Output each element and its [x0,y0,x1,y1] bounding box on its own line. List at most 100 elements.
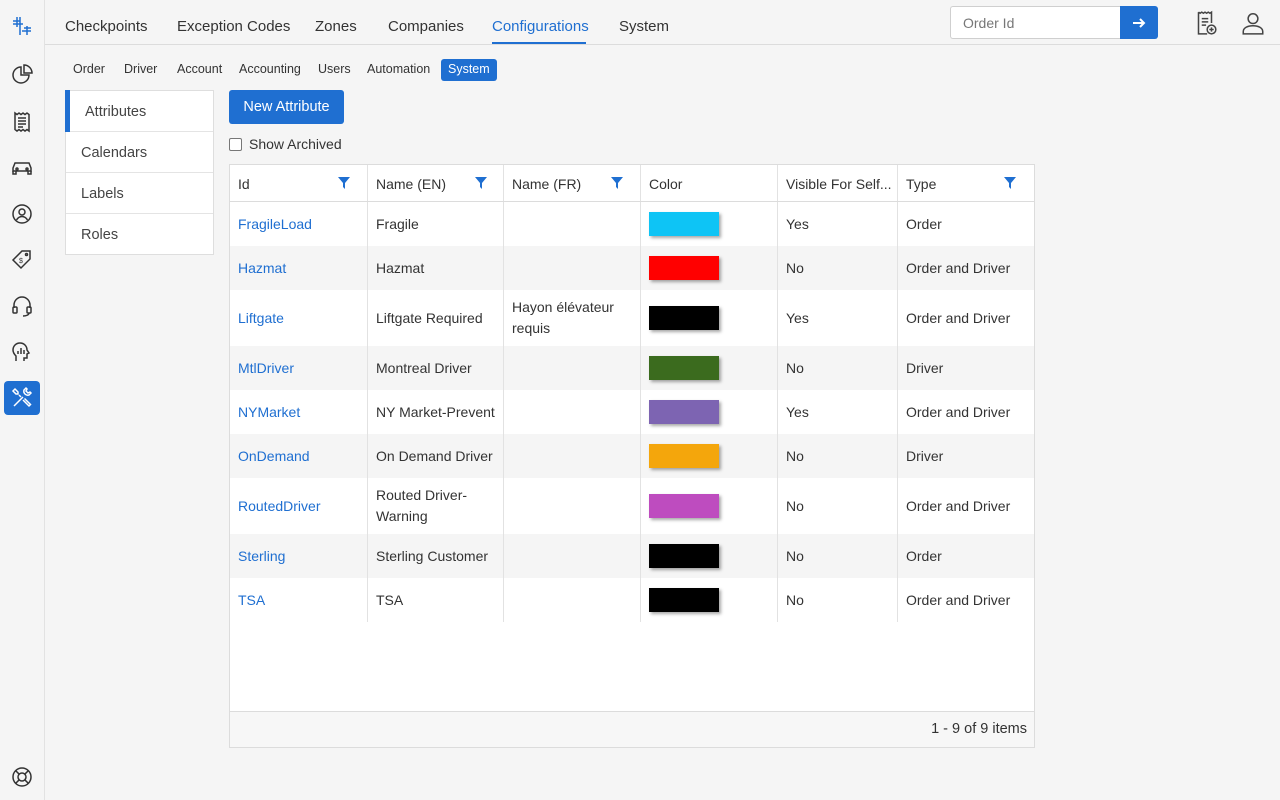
filter-icon[interactable] [611,177,623,189]
cell-id: FragileLoad [230,202,368,246]
attribute-id-link[interactable]: Sterling [238,546,285,567]
attribute-id-link[interactable]: OnDemand [238,446,310,467]
cell-visible: No [778,534,898,578]
subnav-order[interactable]: Order [66,59,112,81]
attribute-id-link[interactable]: FragileLoad [238,214,312,235]
rail-analytics[interactable] [4,335,40,369]
lifebuoy-icon [12,767,32,787]
arrow-right-icon [1133,17,1146,28]
new-order-icon[interactable] [1192,10,1218,36]
sidemenu-roles[interactable]: Roles [66,214,213,255]
table-row[interactable]: RoutedDriver Routed Driver-Warning No Order… [230,478,1034,534]
table-row[interactable]: OnDemand On Demand Driver No Driver [230,434,1034,478]
cell-id: NYMarket [230,390,368,434]
attributes-grid: Id Name (EN) Name (FR) Color Visible For… [229,164,1035,748]
cell-type: Driver [898,346,1034,390]
filter-icon[interactable] [475,177,487,189]
attribute-id-link[interactable]: TSA [238,590,265,611]
table-row[interactable]: Sterling Sterling Customer No Order [230,534,1034,578]
sidemenu-attributes[interactable]: Attributes [65,90,213,132]
tools-icon [11,386,33,408]
attribute-id-link[interactable]: NYMarket [238,402,300,423]
table-row[interactable]: Hazmat Hazmat No Order and Driver [230,246,1034,290]
cell-name-fr [504,202,641,246]
cell-name-en: Sterling Customer [368,534,504,578]
order-id-search-input[interactable] [950,6,1120,39]
topnav-exception-codes[interactable]: Exception Codes [177,18,290,35]
cell-text: Order [906,547,942,564]
sidemenu-labels[interactable]: Labels [66,173,213,214]
cell-id: Hazmat [230,246,368,290]
subnav-driver[interactable]: Driver [117,59,164,81]
column-header-name-fr[interactable]: Name (FR) [504,165,641,201]
rail-orders[interactable] [4,105,40,139]
cell-name-fr [504,246,641,290]
filter-icon[interactable] [338,177,350,189]
cell-color [641,390,778,434]
topnav-system[interactable]: System [619,18,669,35]
topnav-checkpoints[interactable]: Checkpoints [65,18,148,35]
cell-text: Yes [786,215,809,232]
cell-text: Yes [786,403,809,420]
attribute-id-link[interactable]: RoutedDriver [238,496,320,517]
rail-pricing[interactable]: $ [4,243,40,277]
top-nav: Checkpoints Exception Codes Zones Compan… [45,0,1280,45]
rail-support[interactable] [4,289,40,323]
cell-text: Montreal Driver [376,359,472,376]
rail-configurations[interactable] [4,381,40,415]
topnav-configurations[interactable]: Configurations [492,18,589,35]
table-row[interactable]: NYMarket NY Market-Prevent Yes Order and Dr… [230,390,1034,434]
subnav-system[interactable]: System [441,59,497,81]
column-header-color[interactable]: Color [641,165,778,201]
rail-vehicles[interactable] [4,151,40,185]
cell-text: Order and Driver [906,259,1011,276]
subnav-users[interactable]: Users [311,59,358,81]
subnav-account[interactable]: Account [170,59,229,81]
topnav-zones[interactable]: Zones [315,18,357,35]
cell-color [641,346,778,390]
rail-users[interactable] [4,197,40,231]
user-profile-icon[interactable] [1240,10,1266,36]
cell-name-en: Fragile [368,202,504,246]
search-submit-button[interactable] [1120,6,1158,39]
cell-visible: Yes [778,202,898,246]
column-header-type[interactable]: Type [898,165,1034,201]
cell-text: No [786,447,804,464]
column-header-visible[interactable]: Visible For Self... [778,165,898,201]
table-row[interactable]: FragileLoad Fragile Yes Order [230,202,1034,246]
cell-visible: No [778,578,898,622]
table-row[interactable]: Liftgate Liftgate Required Hayon élévateur… [230,290,1034,346]
sidemenu-calendars[interactable]: Calendars [66,132,213,173]
table-row[interactable]: TSA TSA No Order and Driver [230,578,1034,622]
attribute-id-link[interactable]: Hazmat [238,258,286,279]
rail-help[interactable] [4,760,40,794]
topnav-companies[interactable]: Companies [388,18,464,35]
app-logo[interactable] [4,9,40,43]
cell-id: Liftgate [230,290,368,346]
cell-text: Order [906,215,942,232]
subnav-accounting[interactable]: Accounting [232,59,308,81]
new-attribute-button[interactable]: New Attribute [229,90,344,124]
subnav-automation[interactable]: Automation [360,59,437,81]
pie-chart-icon [12,64,33,84]
column-header-name-en[interactable]: Name (EN) [368,165,504,201]
show-archived-checkbox[interactable] [229,137,242,151]
filter-icon[interactable] [1004,177,1016,189]
attribute-id-link[interactable]: Liftgate [238,308,284,329]
head-analytics-icon [12,342,31,361]
grid-pager: 1 - 9 of 9 items [230,711,1034,747]
show-archived-toggle[interactable]: Show Archived [229,136,342,152]
cell-name-en: Montreal Driver [368,346,504,390]
cell-type: Order [898,202,1034,246]
show-archived-label: Show Archived [249,136,342,152]
cell-text: Order and Driver [906,591,1011,608]
cell-name-fr [504,534,641,578]
column-header-id[interactable]: Id [230,165,368,201]
cell-text: Order and Driver [906,403,1011,420]
attribute-id-link[interactable]: MtlDriver [238,358,294,379]
cell-visible: No [778,478,898,534]
table-row[interactable]: MtlDriver Montreal Driver No Driver [230,346,1034,390]
rail-dashboard[interactable] [4,58,40,92]
cell-type: Order and Driver [898,390,1034,434]
cell-text: Hazmat [376,259,425,276]
